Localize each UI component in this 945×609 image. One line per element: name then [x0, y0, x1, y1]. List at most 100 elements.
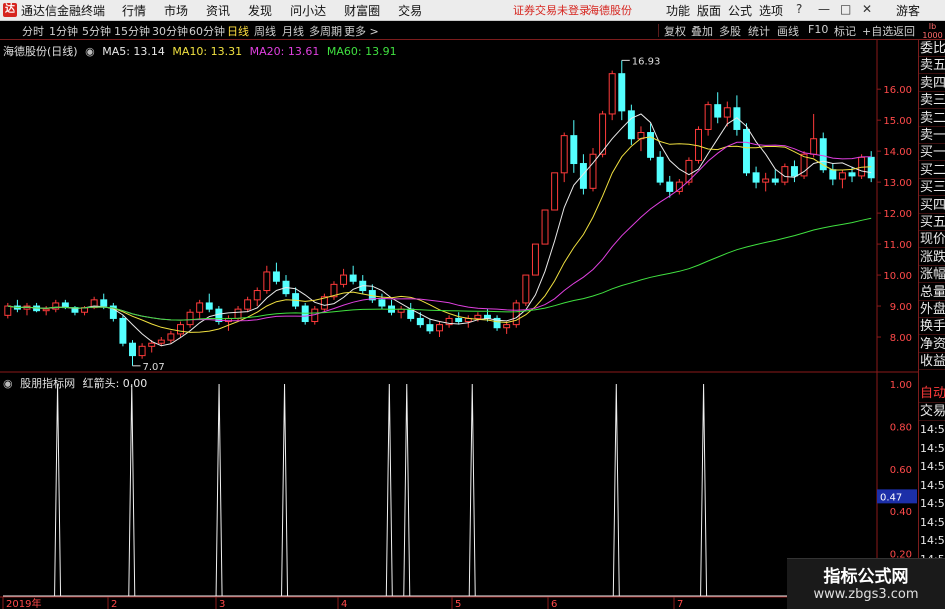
candle-body — [301, 305, 309, 323]
candle — [129, 340, 136, 366]
candle-body — [560, 135, 568, 174]
candle — [493, 315, 501, 331]
candle — [436, 321, 443, 338]
candle-body — [656, 156, 664, 183]
candle — [838, 169, 846, 189]
date-tick-label: 2019年 — [6, 597, 41, 609]
trade-time: 14:56 — [920, 460, 945, 473]
ma-line-ma60 — [7, 217, 872, 321]
candle-body — [704, 104, 712, 130]
side-item-2: 卖四 — [919, 75, 945, 92]
candle-body — [186, 311, 194, 326]
date-tick-label: 6 — [551, 599, 557, 609]
candle-body — [790, 166, 798, 177]
candle — [397, 306, 405, 319]
watermark: 指标公式网 www.zbgs3.com — [787, 558, 945, 609]
level-badge: Ib 1000 — [920, 22, 945, 40]
side-item-18: 收益 — [919, 354, 945, 371]
ma-lines — [7, 113, 872, 347]
ma-line-ma10 — [7, 136, 872, 333]
side-tab-0[interactable]: 自动 — [919, 385, 945, 403]
sub-indicator-series — [3, 383, 876, 597]
price-tick-label: 9.00 — [890, 302, 912, 313]
red-arrow-spike — [403, 383, 411, 597]
trade-time: 14:56 — [920, 534, 945, 547]
candle — [292, 287, 300, 310]
date-tick-label: 4 — [341, 599, 347, 609]
candle — [570, 120, 578, 173]
candle — [263, 265, 271, 294]
sub-tick-label: 0.80 — [890, 422, 912, 433]
candle-body — [436, 324, 443, 332]
date-tick-label: 5 — [455, 599, 461, 609]
candle — [752, 166, 760, 189]
quote-side-panel: 委比 卖五 卖四 卖三 卖二 卖一 买一 买二 买三 买四 买五 现价 涨跌 涨幅 总量 外盘 换手 净资 收益 自动… — [918, 40, 945, 609]
kline-chart[interactable]: 16.93 7.07 16.00 15.00 14.00 13.00 12.00 11.00… — [0, 0, 918, 609]
candle-body — [512, 302, 520, 326]
candle — [282, 275, 290, 297]
candle-body — [723, 107, 731, 118]
candle — [407, 302, 415, 322]
price-tick-label: 11.00 — [883, 240, 912, 251]
candle-body — [455, 317, 463, 323]
candle — [762, 172, 770, 192]
candle — [503, 321, 511, 334]
level-badge-line1: Ib — [928, 22, 937, 31]
high-label: 16.93 — [632, 56, 661, 67]
price-tick-label: 10.00 — [883, 271, 912, 282]
legend-ma20: MA20: 13.61 — [249, 45, 320, 58]
candle — [656, 151, 664, 186]
candle — [378, 293, 386, 310]
candle — [512, 299, 520, 328]
legend-ma5: MA5: 13.14 — [102, 45, 165, 58]
trade-time: 14:56 — [920, 441, 945, 455]
candle-body — [647, 132, 655, 158]
red-arrow-spike — [385, 383, 393, 597]
candle-body — [234, 308, 242, 319]
trade-time: 14:56 — [920, 515, 945, 529]
candle — [205, 293, 213, 313]
candle — [23, 302, 31, 316]
candle-body — [589, 153, 597, 189]
candle-body — [829, 169, 837, 180]
legend-toggle-icon[interactable]: ◉ — [85, 45, 95, 58]
date-tick-label: 3 — [219, 599, 225, 609]
candle — [733, 95, 741, 136]
candle-body — [129, 342, 136, 357]
price-axis: 16.00 15.00 14.00 13.00 12.00 11.00 10.00 9.00 8… — [877, 85, 912, 344]
candle-body — [608, 73, 616, 115]
candle — [234, 306, 242, 322]
candle — [608, 70, 616, 121]
trade-time: 14:56 — [920, 423, 945, 436]
side-item-8: 买三 — [919, 180, 945, 197]
candle-body — [263, 271, 271, 292]
candle — [244, 296, 252, 313]
candle — [618, 60, 626, 121]
candle-body — [196, 302, 204, 313]
candle-body — [148, 342, 156, 347]
candle — [253, 287, 261, 307]
candle — [647, 123, 655, 161]
side-tab-1[interactable]: 交易 — [919, 403, 945, 421]
candle — [359, 275, 367, 294]
date-tick-label: 2 — [111, 599, 117, 609]
candle-body — [177, 324, 184, 335]
candle — [829, 163, 837, 186]
candle — [810, 113, 818, 158]
price-tick-label: 8.00 — [890, 333, 912, 344]
price-tick-label: 16.00 — [883, 85, 912, 96]
candle — [627, 104, 635, 145]
candle — [551, 172, 559, 211]
candle-body — [838, 172, 846, 180]
price-tick-label: 13.00 — [883, 178, 912, 189]
red-arrow-spike — [612, 383, 620, 597]
candle-body — [714, 104, 722, 118]
candle — [52, 299, 60, 313]
candle — [186, 309, 194, 328]
candle — [695, 126, 702, 164]
price-annotations: 16.93 7.07 — [132, 56, 661, 373]
main-legend: 海德股份(日线) ◉ MA5: 13.14 MA10: 13.31 MA20: … — [3, 43, 401, 59]
sub-legend-toggle-icon[interactable]: ◉ — [3, 377, 13, 390]
candle-body — [618, 73, 626, 112]
candle — [13, 299, 21, 313]
